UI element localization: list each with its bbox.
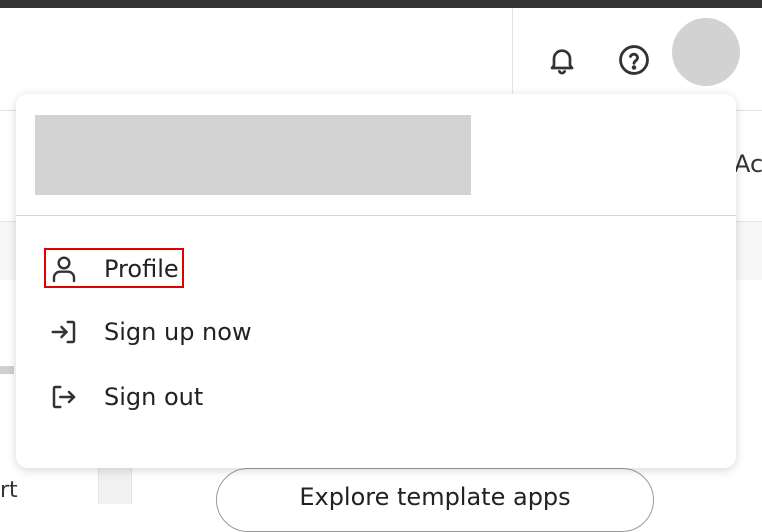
sign-out-icon — [48, 381, 80, 413]
menu-item-label: Sign up now — [104, 318, 252, 346]
user-info-placeholder — [35, 115, 471, 195]
menu-item-profile[interactable]: Profile — [48, 249, 179, 289]
menu-divider — [16, 215, 736, 216]
sign-in-icon — [48, 316, 80, 348]
notifications-button[interactable] — [542, 40, 582, 80]
top-strip — [0, 0, 762, 8]
sidebar-item-label[interactable]: rt — [0, 478, 18, 503]
menu-item-sign-up[interactable]: Sign up now — [48, 312, 252, 352]
background-tab-label[interactable]: Ac — [734, 150, 762, 178]
sidebar-indicator — [0, 366, 14, 374]
help-button[interactable] — [614, 40, 654, 80]
account-dropdown-menu: Profile Sign up now Sign out — [16, 94, 736, 468]
user-icon — [48, 253, 80, 285]
explore-template-apps-button[interactable]: Explore template apps — [216, 468, 654, 532]
menu-item-sign-out[interactable]: Sign out — [48, 377, 203, 417]
avatar[interactable] — [672, 18, 740, 86]
menu-item-label: Profile — [104, 255, 179, 283]
bell-icon — [550, 49, 574, 75]
help-circle-icon — [619, 45, 649, 75]
menu-item-label: Sign out — [104, 383, 204, 411]
